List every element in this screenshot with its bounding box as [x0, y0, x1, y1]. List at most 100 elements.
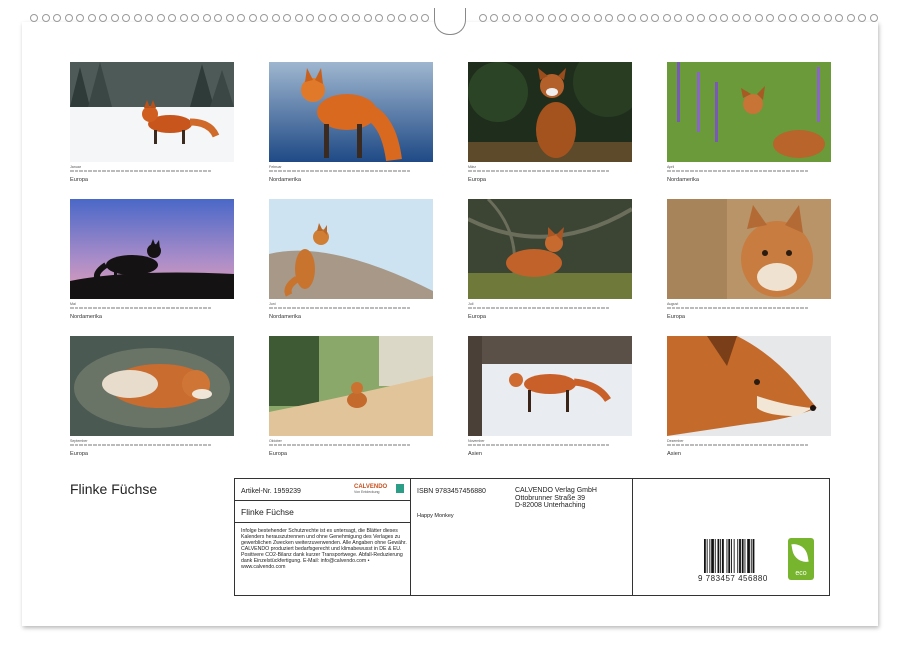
month-cell-12[interactable]: Dezember Asien	[667, 336, 831, 457]
hanger-hook	[434, 8, 466, 35]
publisher-address: CALVENDO Verlag GmbH Ottobrunner Straße …	[515, 487, 597, 510]
region-label: Asien	[468, 451, 632, 457]
photo-december	[667, 336, 831, 436]
month-label: Mai	[70, 302, 234, 306]
ring-hole	[755, 14, 763, 22]
ring-hole	[628, 14, 636, 22]
ring-hole	[686, 14, 694, 22]
brand-subtitle: Von Entdeckung	[354, 490, 387, 494]
month-label: Oktober	[269, 439, 433, 443]
ring-hole	[387, 14, 395, 22]
month-cell-10[interactable]: Oktober Europa	[269, 336, 433, 457]
ring-hole	[479, 14, 487, 22]
ring-hole	[513, 14, 521, 22]
ring-hole	[789, 14, 797, 22]
ring-hole	[157, 14, 165, 22]
month-cell-6[interactable]: Juni Nordamerika	[269, 199, 433, 320]
ring-hole	[341, 14, 349, 22]
ring-hole	[640, 14, 648, 22]
ring-hole	[674, 14, 682, 22]
region-label: Asien	[667, 451, 831, 457]
month-cell-11[interactable]: November Asien	[468, 336, 632, 457]
ring-hole	[168, 14, 176, 22]
month-cell-5[interactable]: Mai Nordamerika	[70, 199, 234, 320]
ring-hole	[318, 14, 326, 22]
region-label: Nordamerika	[269, 314, 433, 320]
region-label: Europa	[468, 177, 632, 183]
product-title: Flinke Füchse	[241, 507, 294, 517]
legal-text: Infolge bestehender Schutzrechte ist es …	[241, 528, 407, 570]
ring-hole	[111, 14, 119, 22]
month-label: April	[667, 165, 831, 169]
ring-hole	[697, 14, 705, 22]
region-label: Europa	[70, 177, 234, 183]
ring-hole	[214, 14, 222, 22]
region-label: Nordamerika	[70, 314, 234, 320]
ring-hole	[571, 14, 579, 22]
month-cell-8[interactable]: August Europa	[667, 199, 831, 320]
photo-november	[468, 336, 632, 436]
region-label: Europa	[70, 451, 234, 457]
region-label: Nordamerika	[269, 177, 433, 183]
month-label: August	[667, 302, 831, 306]
barcode-number: 9 783457 456880	[698, 574, 768, 583]
ring-hole	[145, 14, 153, 22]
ring-hole	[812, 14, 820, 22]
ring-hole	[53, 14, 61, 22]
region-label: Europa	[667, 314, 831, 320]
ring-hole	[858, 14, 866, 22]
article-number: Artikel-Nr. 1959239	[241, 488, 301, 495]
calendar-title: Flinke Füchse	[70, 481, 157, 497]
ring-hole	[502, 14, 510, 22]
photo-may	[70, 199, 234, 299]
ring-hole	[490, 14, 498, 22]
ring-hole	[847, 14, 855, 22]
ring-hole	[663, 14, 671, 22]
ring-hole	[870, 14, 878, 22]
month-label: Dezember	[667, 439, 831, 443]
ring-hole	[237, 14, 245, 22]
ring-hole	[260, 14, 268, 22]
month-label: September	[70, 439, 234, 443]
month-cell-2[interactable]: Februar Nordamerika	[269, 62, 433, 183]
publisher-name: CALVENDO Verlag GmbH	[515, 487, 597, 495]
month-label: Januar	[70, 165, 234, 169]
ring-hole	[65, 14, 73, 22]
month-label: Februar	[269, 165, 433, 169]
ring-hole	[582, 14, 590, 22]
eco-leaf-icon: eco	[788, 538, 814, 580]
region-label: Nordamerika	[667, 177, 831, 183]
ring-hole	[249, 14, 257, 22]
month-cell-1[interactable]: Januar Europa	[70, 62, 234, 183]
ring-hole	[398, 14, 406, 22]
region-label: Europa	[468, 314, 632, 320]
month-cell-9[interactable]: September Europa	[70, 336, 234, 457]
ring-hole	[306, 14, 314, 22]
ring-hole	[410, 14, 418, 22]
ring-hole	[617, 14, 625, 22]
ring-hole	[122, 14, 130, 22]
month-label: November	[468, 439, 632, 443]
publisher-street: Ottobrunner Straße 39	[515, 495, 597, 503]
ring-hole	[226, 14, 234, 22]
photo-june	[269, 199, 433, 299]
month-cell-7[interactable]: Juli Europa	[468, 199, 632, 320]
ring-hole	[766, 14, 774, 22]
month-label: März	[468, 165, 632, 169]
info-column-middle: ISBN 9783457456880 Happy Monkey CALVENDO…	[411, 479, 633, 595]
ring-hole	[99, 14, 107, 22]
ring-hole	[42, 14, 50, 22]
ring-hole	[559, 14, 567, 22]
ring-hole	[191, 14, 199, 22]
ring-hole	[709, 14, 717, 22]
ring-hole	[295, 14, 303, 22]
ring-hole	[283, 14, 291, 22]
ring-hole	[352, 14, 360, 22]
isbn: ISBN 9783457456880	[417, 488, 486, 495]
month-cell-3[interactable]: März Europa	[468, 62, 632, 183]
ring-hole	[732, 14, 740, 22]
ring-hole	[203, 14, 211, 22]
publisher-city: D-82008 Unterhaching	[515, 502, 597, 510]
photo-march	[468, 62, 632, 162]
month-cell-4[interactable]: April Nordamerika	[667, 62, 831, 183]
